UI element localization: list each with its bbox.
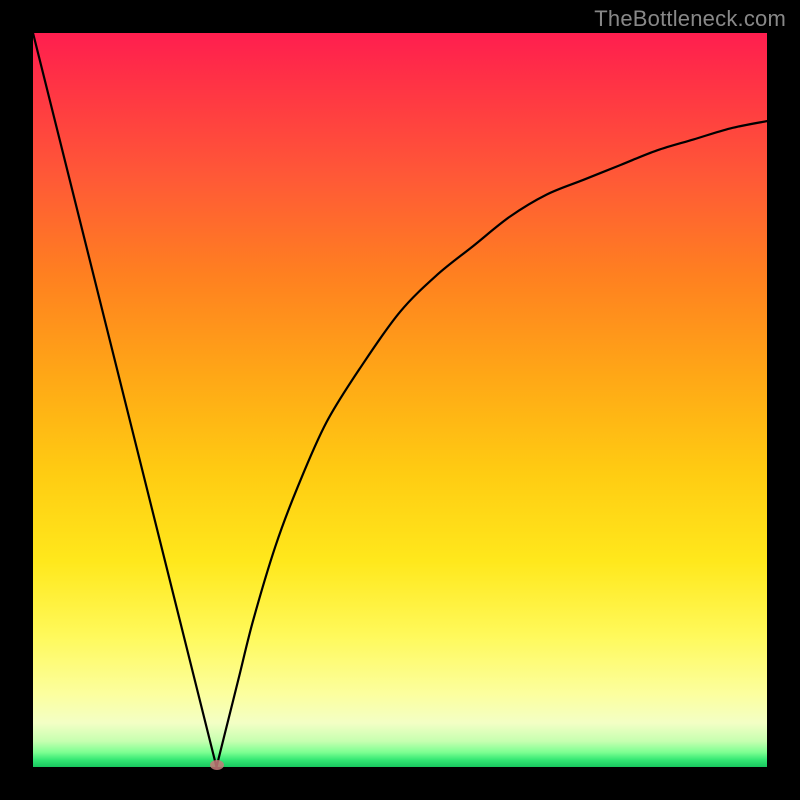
curve-min-marker [210, 760, 224, 770]
watermark-text: TheBottleneck.com [594, 6, 786, 32]
plot-area [33, 33, 767, 767]
bottleneck-curve [33, 33, 767, 767]
chart-frame: TheBottleneck.com [0, 0, 800, 800]
